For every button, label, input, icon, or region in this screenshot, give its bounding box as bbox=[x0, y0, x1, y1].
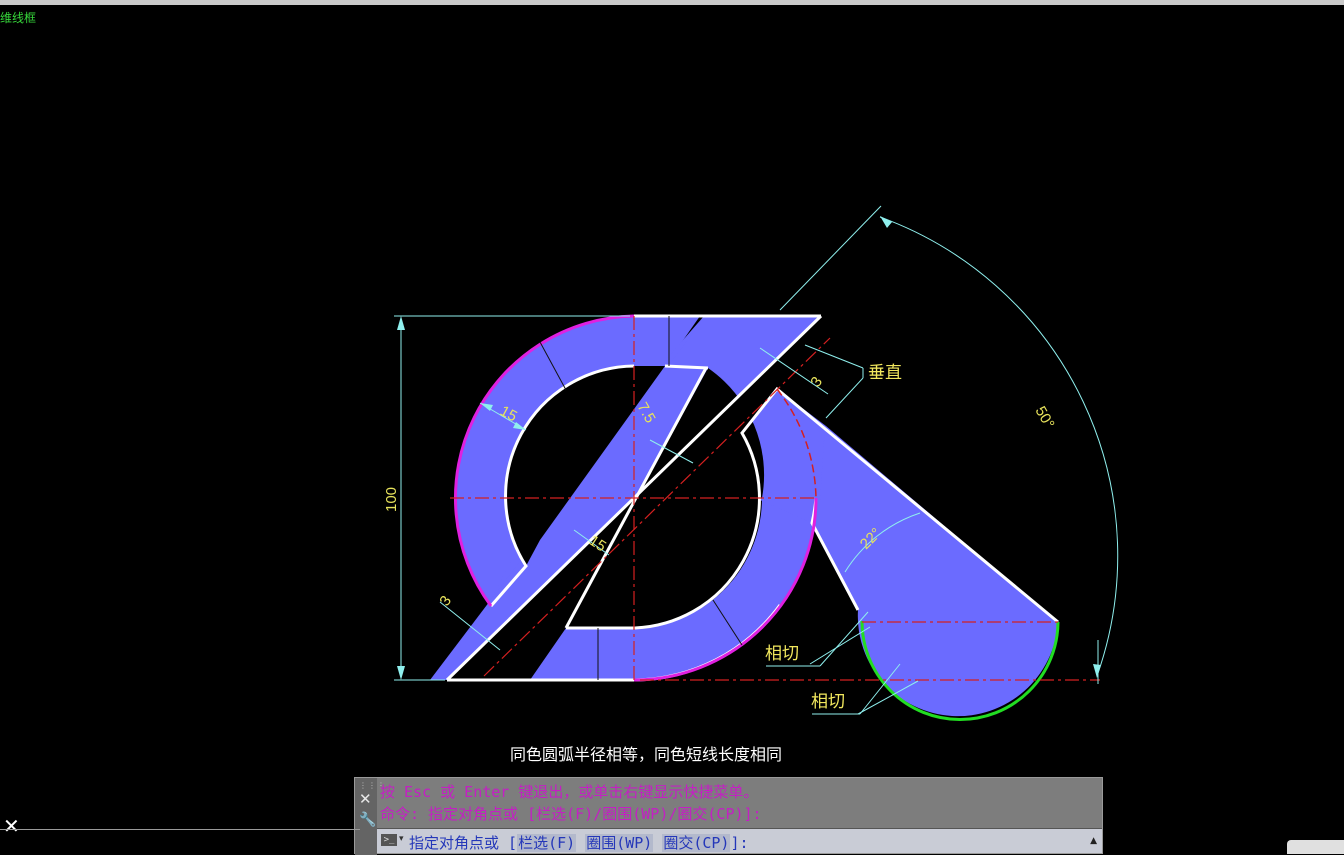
label-perpendicular: 垂直 bbox=[868, 363, 902, 383]
cad-drawing[interactable]: 100 15 15 7.5 3 3 50° 22° 垂直 相切 相切 bbox=[0, 0, 1344, 854]
command-line-panel[interactable]: ⋮⋮⋮ ✕ 🔧 按 Esc 或 Enter 键退出，或单击右键显示快捷菜单。 命… bbox=[354, 777, 1103, 855]
status-bar-button[interactable] bbox=[1287, 840, 1344, 854]
option-window-polygon[interactable]: 圈围(WP) bbox=[585, 834, 654, 852]
divider bbox=[0, 829, 360, 830]
option-fence[interactable]: 栏选(F) bbox=[517, 834, 577, 852]
dim-arc-angle-50: 50° bbox=[1032, 404, 1058, 432]
dim-gap-top-3: 3 bbox=[807, 374, 826, 391]
prompt-dropdown-icon[interactable]: ▾ bbox=[399, 834, 404, 844]
command-history-line-1: 按 Esc 或 Enter 键退出，或单击右键显示快捷菜单。 bbox=[380, 783, 759, 801]
command-line-grip[interactable]: ⋮⋮⋮ ✕ 🔧 bbox=[355, 778, 385, 855]
scroll-arrow-icon[interactable]: ▲ bbox=[1090, 836, 1097, 846]
wrench-icon[interactable]: 🔧 bbox=[359, 812, 376, 828]
option-crossing-polygon[interactable]: 圈交(CP) bbox=[662, 834, 731, 852]
terminal-icon[interactable]: >_ bbox=[381, 834, 397, 846]
close-icon[interactable]: ✕ bbox=[3, 814, 20, 838]
command-prompt: 指定对角点或 [栏选(F) 圈围(WP) 圈交(CP)]: bbox=[409, 832, 749, 853]
command-history-line-2: 命令: 指定对角点或 [栏选(F)/圈围(WP)/圈交(CP)]: bbox=[380, 805, 762, 823]
prompt-prefix: 指定对角点或 [ bbox=[409, 834, 518, 852]
drawing-note: 同色圆弧半径相等，同色短线长度相同 bbox=[510, 745, 783, 764]
command-input[interactable]: >_ ▾ 指定对角点或 [栏选(F) 圈围(WP) 圈交(CP)]: ▲ bbox=[377, 828, 1102, 853]
label-tangent-1: 相切 bbox=[765, 644, 799, 664]
dim-gap-bottom-3: 3 bbox=[436, 593, 455, 610]
label-tangent-2: 相切 bbox=[811, 692, 845, 712]
dim-height-100: 100 bbox=[383, 487, 400, 512]
prompt-suffix: ]: bbox=[730, 834, 749, 852]
close-icon[interactable]: ✕ bbox=[359, 790, 372, 808]
